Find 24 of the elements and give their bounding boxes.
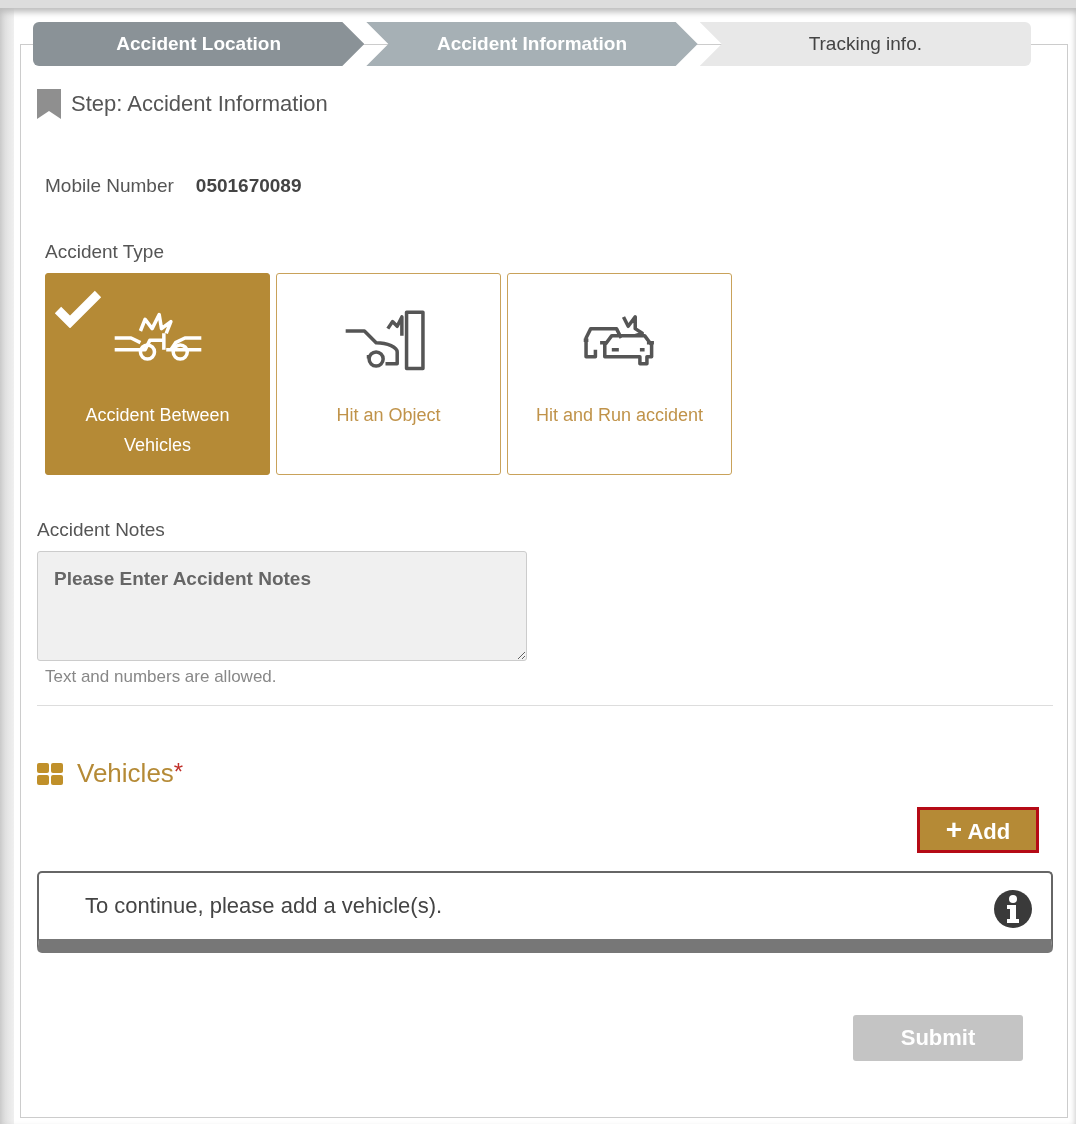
progress-step[interactable]: Accident Location [33,22,365,66]
accident-type-card[interactable]: Hit an Object [276,273,501,475]
hint-text: Text and numbers are allowed. [45,667,278,687]
section-label: Accident Type [45,241,165,263]
field-label: Mobile Number [45,175,174,197]
bookmark-icon [37,89,61,119]
add-button[interactable]: + Add [917,807,1039,853]
info-message: To continue, please add a vehicle(s). [85,893,443,919]
progress-step[interactable]: Accident Information [366,22,698,66]
progress-step[interactable]: Tracking info. [699,22,1031,66]
step-heading: Step: Accident Information [71,91,328,117]
section-label: Accident Notes [37,519,166,541]
card-label: Accident Between Vehicles [84,404,231,457]
notes-field[interactable]: Please Enter Accident Notes [37,551,527,661]
section-title: Vehicles [77,758,174,789]
info-icon [993,889,1033,929]
card-label: Hit and Run accident [534,404,705,427]
accident-type-card[interactable]: Accident Between Vehicles [45,273,270,475]
card-label: Hit an Object [335,404,442,427]
required-mark: * [173,758,184,786]
field-value: 0501670089 [195,175,302,197]
check-icon [54,290,102,328]
grid-icon [37,762,63,785]
accident-type-card[interactable]: Hit and Run accident [507,273,732,475]
